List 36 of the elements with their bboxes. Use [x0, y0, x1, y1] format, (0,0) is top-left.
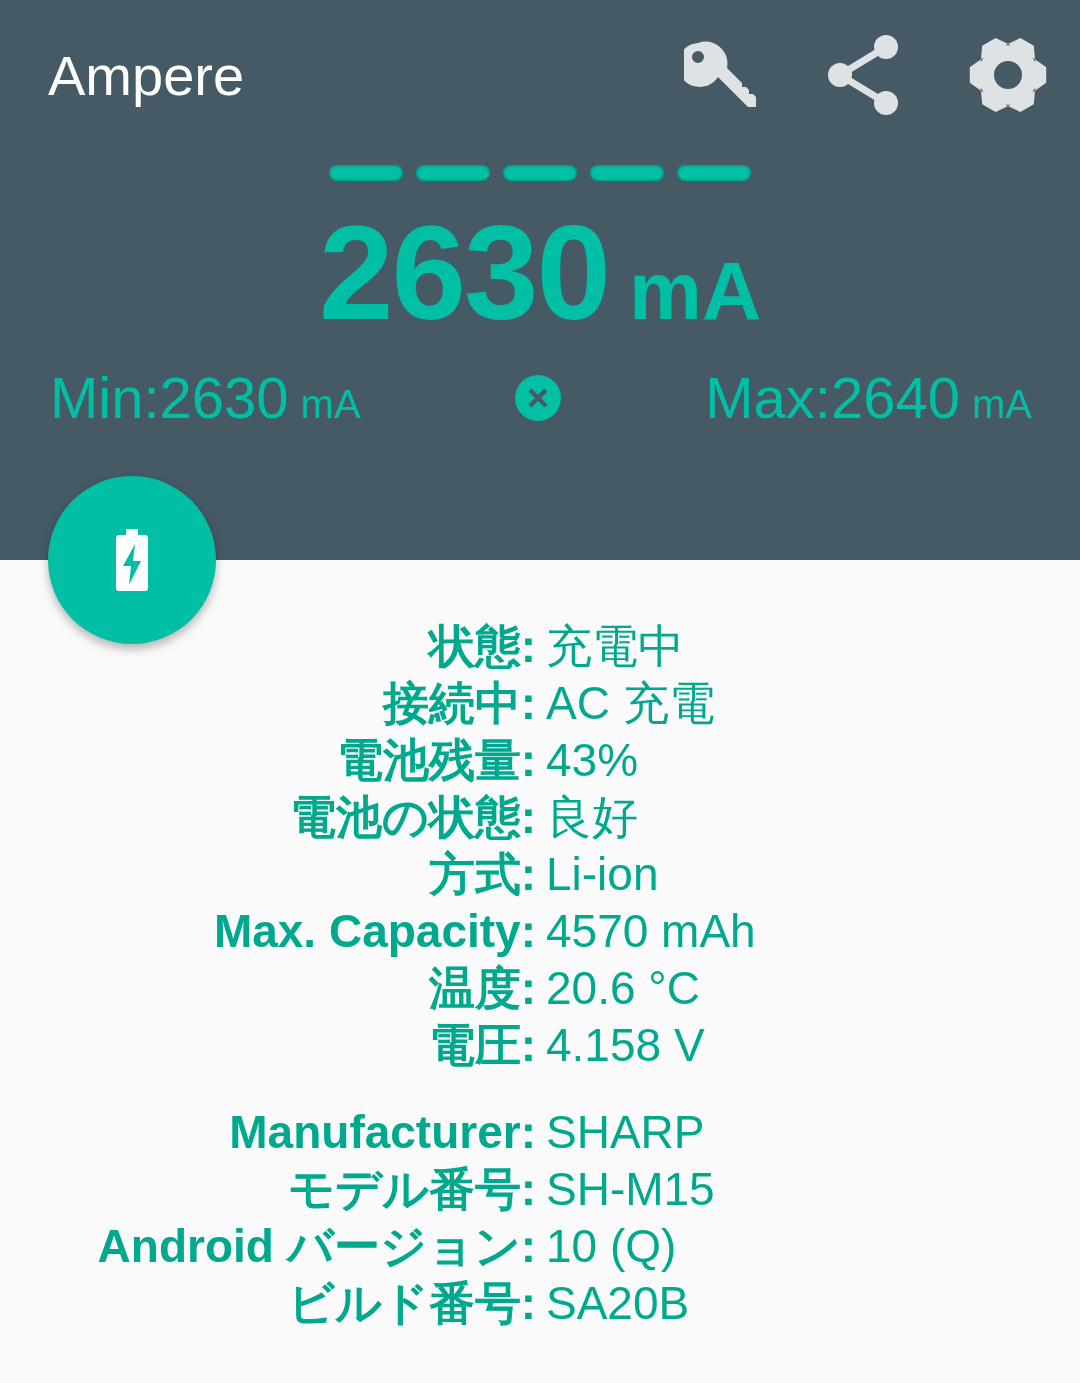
info-value: 4.158 V	[545, 1018, 705, 1073]
current-reading: 2630	[318, 206, 609, 340]
info-value: 良好	[545, 790, 638, 845]
info-label: 電池残量:	[336, 733, 536, 788]
info-label: 電圧:	[428, 1018, 536, 1073]
info-value: Li-ion	[545, 847, 659, 902]
info-value: AC 充電	[545, 676, 715, 731]
info-label: 状態:	[428, 619, 536, 674]
max-label: Max:	[705, 364, 831, 431]
app-title: Ampere	[48, 42, 245, 108]
max-value: 2640	[830, 364, 960, 431]
info-label: 温度:	[428, 961, 536, 1016]
info-value: SH-M15	[545, 1162, 715, 1217]
close-icon[interactable]	[514, 374, 561, 421]
min-value: 2630	[159, 364, 289, 431]
info-value: SHARP	[545, 1105, 705, 1160]
info-label: 電池の状態:	[289, 790, 536, 845]
info-label: Manufacturer:	[229, 1105, 536, 1160]
info-label: Android バージョン:	[97, 1219, 536, 1274]
info-label: ビルド番号:	[287, 1276, 536, 1331]
settings-icon[interactable]	[968, 35, 1048, 115]
info-label: 方式:	[428, 847, 536, 902]
info-label: 接続中:	[382, 676, 536, 731]
max-unit: mA	[972, 382, 1032, 427]
info-value: 4570 mAh	[545, 904, 756, 959]
info-value: 充電中	[545, 619, 684, 674]
info-value: 10 (Q)	[545, 1219, 677, 1274]
current-unit: mA	[629, 250, 762, 332]
min-label: Min:	[50, 364, 160, 431]
info-label: Max. Capacity:	[213, 904, 536, 959]
info-value: 43%	[545, 733, 639, 788]
charging-battery-icon	[116, 529, 148, 591]
min-unit: mA	[300, 382, 361, 427]
info-label: モデル番号:	[287, 1162, 536, 1217]
info-value: 20.6 °C	[545, 961, 700, 1016]
info-value: SA20B	[545, 1276, 690, 1331]
